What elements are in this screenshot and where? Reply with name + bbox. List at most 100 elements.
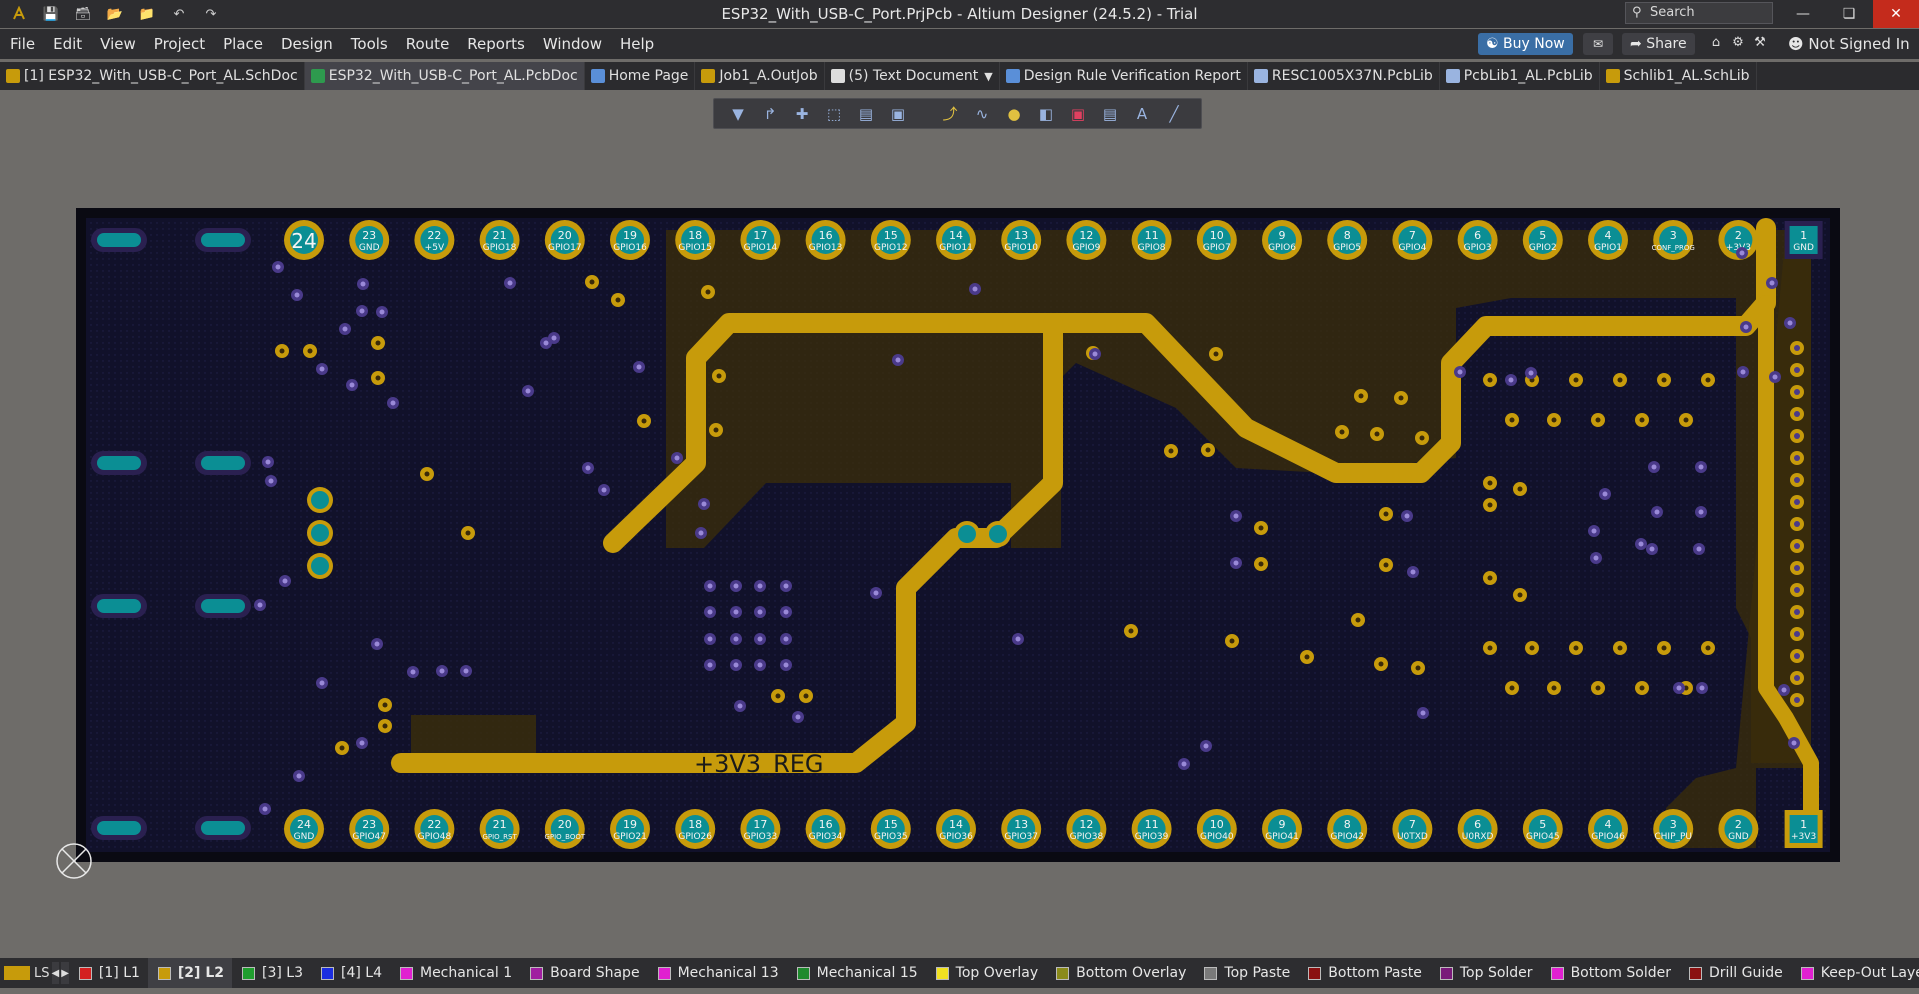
line-icon[interactable]: ╱: [1158, 101, 1190, 127]
route-interactive-icon[interactable]: ↱: [754, 101, 786, 127]
menu-project[interactable]: Project: [144, 35, 213, 53]
pin-net-label: GPIO4: [1398, 243, 1426, 253]
layer-tab-bottom-overlay[interactable]: Bottom Overlay: [1046, 965, 1194, 981]
layer-tab-1-l1[interactable]: [1] L1: [69, 965, 148, 981]
buy-now-button[interactable]: ☯ Buy Now: [1478, 33, 1573, 55]
menu-place[interactable]: Place: [213, 35, 271, 53]
pin-number: 7: [1409, 229, 1416, 242]
open-icon[interactable]: 📂: [104, 4, 126, 24]
search-box[interactable]: ⚲ Search: [1625, 2, 1773, 24]
share-button[interactable]: ➦ Share: [1622, 33, 1695, 55]
menu-route[interactable]: Route: [396, 35, 458, 53]
minimize-button[interactable]: —: [1780, 0, 1826, 28]
menu-reports[interactable]: Reports: [457, 35, 533, 53]
pcb-canvas[interactable]: +3V3_REG 24 23 GND 22 +5V 21 GPIO18 20 GPIO17 19 G…: [76, 208, 1840, 862]
layer-set-button[interactable]: LS: [4, 962, 50, 984]
blind-via-hole: [757, 609, 763, 615]
home-icon[interactable]: ⌂: [1707, 35, 1725, 53]
via-hole: [1415, 665, 1421, 671]
tab-drc-report[interactable]: Design Rule Verification Report: [1000, 62, 1248, 90]
layer-tab-top-overlay[interactable]: Top Overlay: [926, 965, 1047, 981]
notifications-button[interactable]: ✉: [1583, 33, 1613, 55]
menu-help[interactable]: Help: [610, 35, 662, 53]
route-icon[interactable]: ⤴: [934, 101, 966, 127]
layer-tab-board-shape[interactable]: Board Shape: [520, 965, 647, 981]
pin-number: 3: [1670, 818, 1677, 831]
blind-via-hole: [1699, 685, 1705, 691]
mounting-hole: [201, 821, 245, 835]
layer-tab-top-paste[interactable]: Top Paste: [1194, 965, 1298, 981]
select-rectangle-icon[interactable]: ⬚: [818, 101, 850, 127]
tab-label: [1] ESP32_With_USB-C_Port_AL.SchDoc: [24, 68, 298, 84]
chevron-down-icon[interactable]: ▼: [984, 70, 992, 83]
layer-tab-top-solder[interactable]: Top Solder: [1430, 965, 1541, 981]
align-icon[interactable]: ▤: [850, 101, 882, 127]
save-icon[interactable]: 💾: [40, 4, 62, 24]
tab-schdoc[interactable]: [1] ESP32_With_USB-C_Port_AL.SchDoc: [0, 62, 305, 90]
via-hole: [1213, 351, 1219, 357]
menu-view[interactable]: View: [90, 35, 144, 53]
tab-text-document[interactable]: (5) Text Document ▼: [825, 62, 1000, 90]
via-hole: [1358, 393, 1364, 399]
gear-icon[interactable]: ⚙: [1729, 35, 1747, 53]
open-project-icon[interactable]: 📁: [136, 4, 158, 24]
close-button[interactable]: ✕: [1873, 0, 1919, 28]
separator: [914, 101, 934, 127]
blind-via-hole: [1781, 687, 1787, 693]
layer-tab-4-l4[interactable]: [4] L4: [311, 965, 390, 981]
wrench-icon[interactable]: ⚒: [1751, 35, 1769, 53]
layer-tab-drill-guide[interactable]: Drill Guide: [1679, 965, 1791, 981]
layer-prev-button[interactable]: ◀: [51, 962, 60, 984]
layer-tab-mechanical-15[interactable]: Mechanical 15: [787, 965, 926, 981]
blind-via-hole: [525, 388, 531, 394]
tab-label: PcbLib1_AL.PcbLib: [1463, 68, 1593, 84]
tune-length-icon[interactable]: ∿: [966, 101, 998, 127]
pin-net-label: GPIO8: [1138, 243, 1166, 253]
undo-icon[interactable]: ↶: [168, 4, 190, 24]
layer-tab-mechanical-13[interactable]: Mechanical 13: [648, 965, 787, 981]
component-icon[interactable]: ▣: [882, 101, 914, 127]
layer-label: Mechanical 13: [677, 965, 779, 981]
header-via-hole: [1794, 345, 1800, 351]
menu-design[interactable]: Design: [271, 35, 341, 53]
pin-net-label: GPIO21: [613, 832, 647, 842]
keepout-icon[interactable]: ▣: [1062, 101, 1094, 127]
menu-window[interactable]: Window: [533, 35, 610, 53]
menu-tools[interactable]: Tools: [341, 35, 396, 53]
layer-tab-mechanical-1[interactable]: Mechanical 1: [390, 965, 520, 981]
layer-label: Bottom Solder: [1570, 965, 1671, 981]
menu-file[interactable]: File: [0, 35, 43, 53]
layer-next-button[interactable]: ▶: [61, 962, 69, 984]
tab-home-page[interactable]: Home Page: [585, 62, 696, 90]
layer-tab-2-l2[interactable]: [2] L2: [147, 958, 232, 988]
pin-net-label: GPIO36: [939, 832, 973, 842]
dimension-icon[interactable]: ▤: [1094, 101, 1126, 127]
document-tab-bar: [1] ESP32_With_USB-C_Port_AL.SchDoc ESP3…: [0, 62, 1919, 90]
tab-outjob[interactable]: Job1_A.OutJob: [695, 62, 825, 90]
crosshair-icon[interactable]: ✚: [786, 101, 818, 127]
redo-icon[interactable]: ↷: [200, 4, 222, 24]
polygon-icon[interactable]: ◧: [1030, 101, 1062, 127]
layer-color-swatch: [1056, 966, 1070, 980]
via-hole: [589, 279, 595, 285]
pin-net-label: GPIO41: [1265, 832, 1299, 842]
via-hole: [1551, 417, 1557, 423]
tab-pcbdoc[interactable]: ESP32_With_USB-C_Port_AL.PcbDoc: [304, 62, 585, 90]
tab-schlib1[interactable]: Schlib1_AL.SchLib: [1600, 62, 1757, 90]
via-icon[interactable]: ●: [998, 101, 1030, 127]
restore-button[interactable]: ❏: [1826, 0, 1872, 28]
tab-pcblib1[interactable]: PcbLib1_AL.PcbLib: [1440, 62, 1600, 90]
filter-icon[interactable]: ▼: [722, 101, 754, 127]
text-icon[interactable]: A: [1126, 101, 1158, 127]
menu-edit[interactable]: Edit: [43, 35, 90, 53]
layer-tab-bottom-paste[interactable]: Bottom Paste: [1298, 965, 1430, 981]
tab-resc-pcblib[interactable]: RESC1005X37N.PcbLib: [1248, 62, 1440, 90]
share-label: Share: [1646, 36, 1687, 52]
pin-net-label: GPIO35: [874, 832, 908, 842]
layer-tab-bottom-solder[interactable]: Bottom Solder: [1541, 965, 1679, 981]
layer-tab-keep-out-layer[interactable]: Keep-Out Layer: [1791, 965, 1919, 981]
blind-via-hole: [585, 465, 591, 471]
save-all-icon[interactable]: 🗃: [72, 4, 94, 24]
title-bar: 💾 🗃 📂 📁 ↶ ↷ ESP32_With_USB-C_Port.PrjPcb…: [0, 0, 1919, 28]
layer-tab-3-l3[interactable]: [3] L3: [232, 965, 311, 981]
